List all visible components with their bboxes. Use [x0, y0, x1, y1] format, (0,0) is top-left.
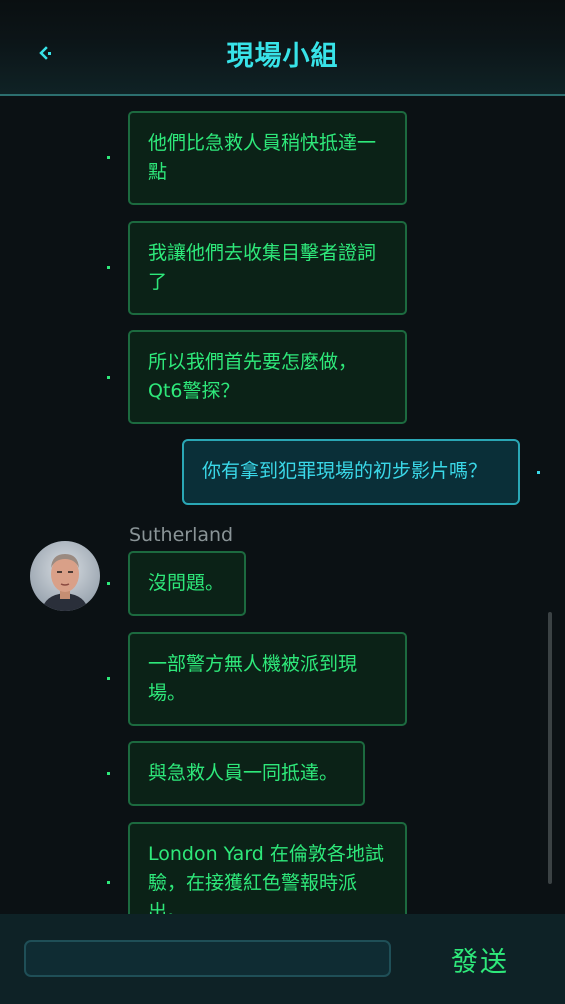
composer-bar: 發送	[0, 914, 565, 1004]
message-indicator-dot	[107, 582, 110, 585]
message-bubble-received[interactable]: 我讓他們去收集目擊者證詞了	[128, 221, 407, 315]
message-text: 與急救人員一同抵達。	[148, 762, 339, 784]
header-bar: 現場小組	[0, 0, 565, 96]
message-bubble-received[interactable]: 他們比急救人員稍快抵達一點	[128, 111, 407, 205]
avatar[interactable]	[30, 541, 100, 611]
message-text: 他們比急救人員稍快抵達一點	[148, 132, 377, 183]
message-bubble-received[interactable]: 與急救人員一同抵達。	[128, 741, 365, 806]
message-indicator-dot	[107, 772, 110, 775]
message-indicator-dot	[107, 881, 110, 884]
scrollbar[interactable]	[548, 612, 552, 884]
message-text: 沒問題。	[148, 572, 225, 594]
chat-screen: 現場小組 他們比急救人員稍快抵達一點 我讓他們去收集目擊者證詞了 所以我們首先要…	[0, 0, 565, 1004]
message-text: 你有拿到犯罪現場的初步影片嗎？	[202, 460, 488, 482]
message-indicator-dot	[107, 677, 110, 680]
message-text: 我讓他們去收集目擊者證詞了	[148, 242, 377, 293]
message-text: 一部警方無人機被派到現場。	[148, 653, 358, 704]
message-indicator-dot	[107, 266, 110, 269]
message-text: 所以我們首先要怎麼做，Qt6警探？	[148, 351, 358, 402]
message-bubble-received[interactable]: 一部警方無人機被派到現場。	[128, 632, 407, 726]
message-indicator-dot	[107, 156, 110, 159]
page-title: 現場小組	[226, 41, 339, 72]
message-bubble-sent[interactable]: 你有拿到犯罪現場的初步影片嗎？	[182, 439, 520, 505]
send-button[interactable]: 發送	[436, 938, 524, 980]
message-bubble-received[interactable]: 沒問題。	[128, 551, 246, 616]
message-text: London Yard 在倫敦各地試驗，在接獲紅色警報時派出。	[148, 843, 384, 923]
message-indicator-dot	[537, 471, 540, 474]
avatar-portrait-icon	[30, 541, 100, 611]
sender-name: Sutherland	[129, 524, 234, 546]
message-bubble-received[interactable]: 所以我們首先要怎麼做，Qt6警探？	[128, 330, 407, 424]
message-indicator-dot	[107, 376, 110, 379]
message-input[interactable]	[24, 940, 391, 977]
